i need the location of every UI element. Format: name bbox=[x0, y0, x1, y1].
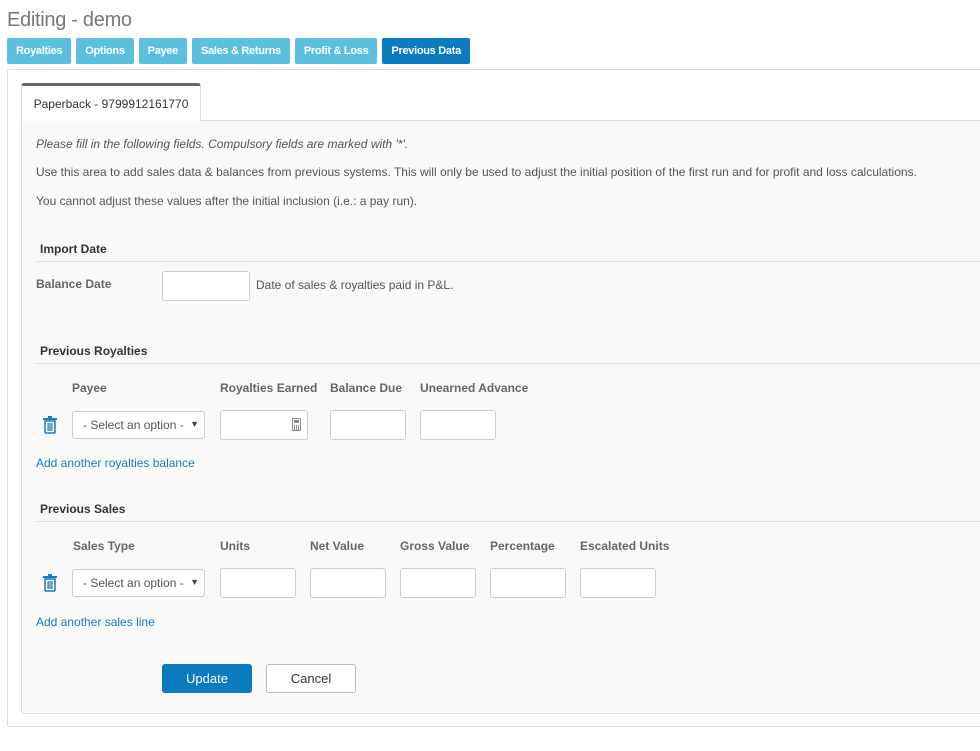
caret-down-icon: ▼ bbox=[190, 419, 199, 429]
unearned-advance-input[interactable] bbox=[420, 410, 496, 440]
divider bbox=[36, 261, 980, 262]
sales-type-select-value: - Select an option - bbox=[83, 576, 184, 590]
import-date-heading: Import Date bbox=[40, 242, 107, 256]
tab-profit-loss[interactable]: Profit & Loss bbox=[294, 38, 378, 64]
units-input[interactable] bbox=[220, 568, 296, 598]
col-gross-value: Gross Value bbox=[400, 539, 470, 553]
col-unearned-advance: Unearned Advance bbox=[420, 381, 529, 395]
intro-warning: You cannot adjust these values after the… bbox=[36, 194, 418, 208]
balance-due-input[interactable] bbox=[330, 410, 406, 440]
col-escalated-units: Escalated Units bbox=[580, 539, 670, 553]
col-balance-due: Balance Due bbox=[330, 381, 403, 395]
compulsory-note: Please fill in the following fields. Com… bbox=[36, 137, 409, 151]
previous-royalties-heading: Previous Royalties bbox=[40, 344, 148, 358]
top-nav: Royalties Options Payee Sales & Returns … bbox=[7, 38, 470, 64]
cancel-button[interactable]: Cancel bbox=[266, 664, 356, 693]
payee-select-value: - Select an option - bbox=[83, 418, 184, 432]
percentage-input[interactable] bbox=[490, 568, 566, 598]
tab-previous-data[interactable]: Previous Data bbox=[382, 38, 470, 64]
col-royalties-earned: Royalties Earned bbox=[220, 381, 318, 395]
sales-type-select[interactable]: - Select an option - ▼ bbox=[72, 569, 205, 597]
col-percentage: Percentage bbox=[490, 539, 555, 553]
balance-date-label: Balance Date bbox=[36, 277, 112, 291]
update-button[interactable]: Update bbox=[162, 664, 252, 693]
col-payee: Payee bbox=[72, 381, 107, 395]
tab-royalties[interactable]: Royalties bbox=[7, 38, 72, 64]
caret-down-icon: ▼ bbox=[190, 577, 199, 587]
product-tab[interactable]: Paperback - 9799912161770 bbox=[21, 83, 201, 121]
gross-value-input[interactable] bbox=[400, 568, 476, 598]
trash-icon[interactable] bbox=[42, 574, 58, 592]
add-sales-line-link[interactable]: Add another sales line bbox=[36, 615, 155, 629]
payee-select[interactable]: - Select an option - ▼ bbox=[72, 411, 205, 439]
balance-date-input[interactable] bbox=[162, 271, 250, 301]
col-sales-type: Sales Type bbox=[73, 539, 135, 553]
divider bbox=[36, 363, 980, 364]
tab-payee[interactable]: Payee bbox=[138, 38, 187, 64]
col-net-value: Net Value bbox=[310, 539, 365, 553]
col-units: Units bbox=[220, 539, 250, 553]
tab-options[interactable]: Options bbox=[76, 38, 134, 64]
calculator-icon bbox=[292, 418, 301, 431]
tab-sales-returns[interactable]: Sales & Returns bbox=[191, 38, 290, 64]
escalated-units-input[interactable] bbox=[580, 568, 656, 598]
trash-icon[interactable] bbox=[42, 416, 58, 434]
page-title: Editing - demo bbox=[7, 9, 132, 31]
royalties-earned-input[interactable] bbox=[220, 410, 308, 440]
balance-date-help: Date of sales & royalties paid in P&L. bbox=[256, 278, 454, 292]
previous-sales-heading: Previous Sales bbox=[40, 502, 126, 516]
net-value-input[interactable] bbox=[310, 568, 386, 598]
add-royalties-balance-link[interactable]: Add another royalties balance bbox=[36, 456, 195, 470]
divider bbox=[36, 521, 980, 522]
intro-description: Use this area to add sales data & balanc… bbox=[36, 165, 917, 179]
